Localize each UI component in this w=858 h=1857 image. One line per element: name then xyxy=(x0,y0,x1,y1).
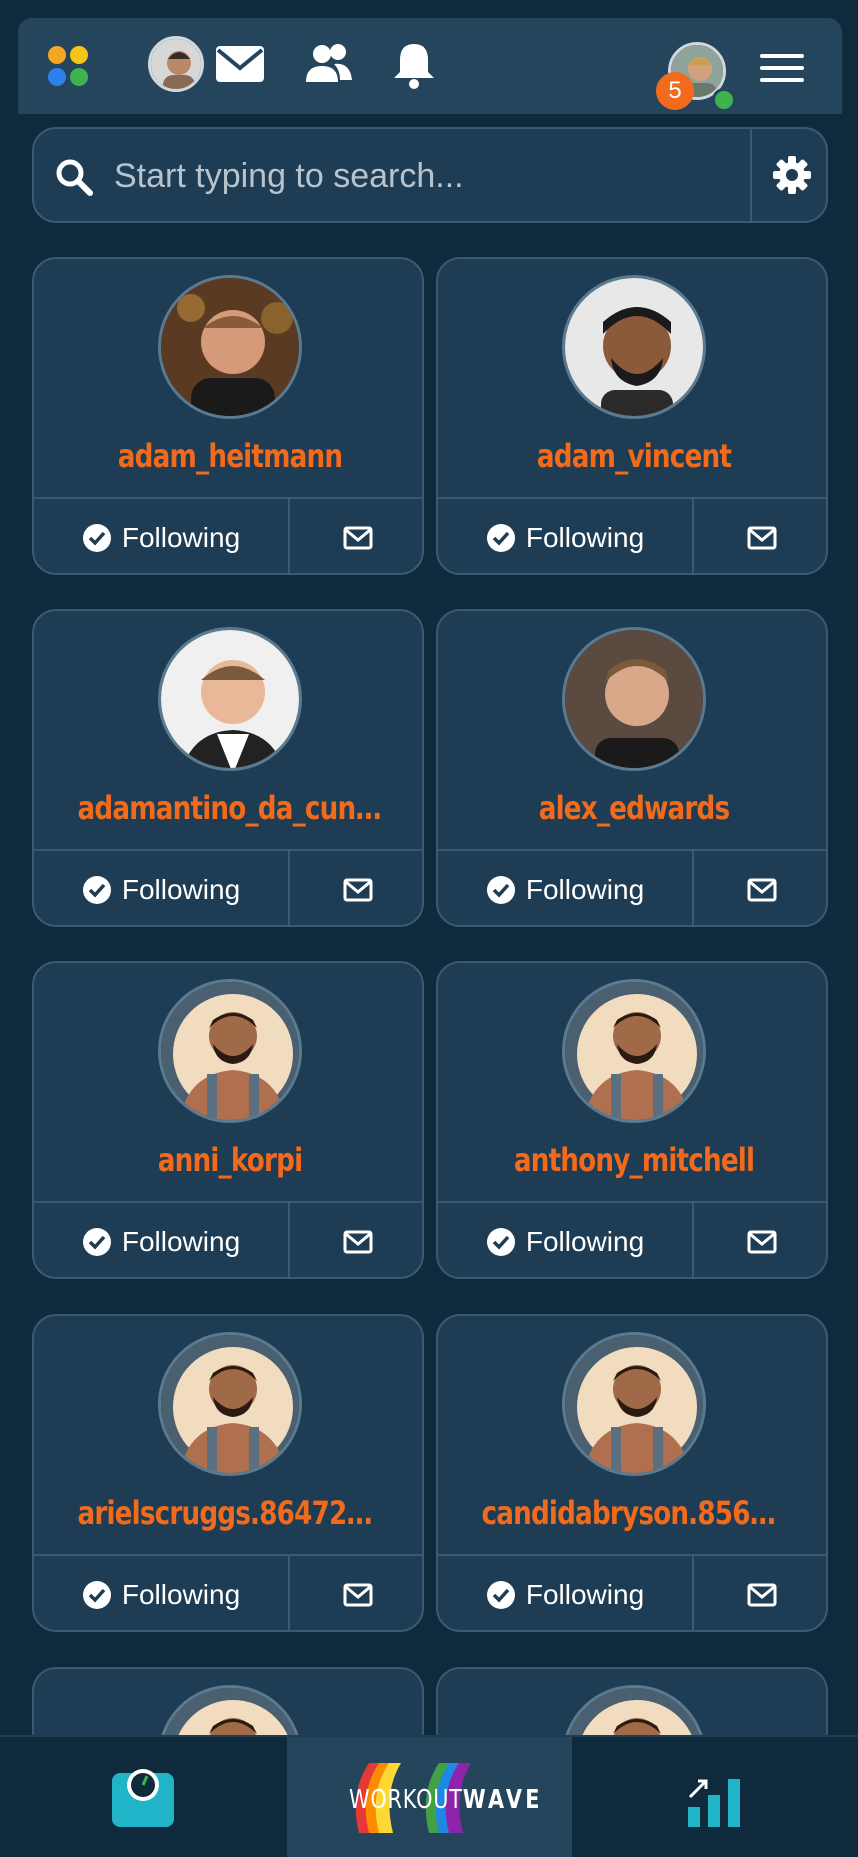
search-input[interactable] xyxy=(114,149,754,203)
bell-icon[interactable] xyxy=(390,40,442,89)
username[interactable]: anthony_mitchell xyxy=(481,1141,786,1179)
following-label: Following xyxy=(121,1226,241,1257)
message-button[interactable] xyxy=(694,499,826,573)
brand-wordmark: WORKOUTWAVE xyxy=(349,1785,543,1815)
avatar[interactable] xyxy=(158,627,302,771)
user-card: candidabryson.85618@g... Following xyxy=(436,1314,828,1632)
envelope-icon xyxy=(747,1583,777,1607)
envelope-icon xyxy=(343,526,373,550)
envelope-icon xyxy=(343,1583,373,1607)
user-card: adam_heitmann Following xyxy=(32,257,424,575)
envelope-icon xyxy=(747,878,777,902)
card-actions: Following xyxy=(438,497,826,573)
following-button[interactable]: Following xyxy=(438,1203,694,1277)
user-card: anni_korpi Following xyxy=(32,961,424,1279)
message-button[interactable] xyxy=(290,851,422,925)
avatar[interactable] xyxy=(562,979,706,1123)
following-label: Following xyxy=(121,874,241,905)
username[interactable]: arielscruggs.86472@gm... xyxy=(77,1494,382,1532)
brand-prefix: WORKOUT xyxy=(349,1785,463,1815)
bottom-nav-bar: WORKOUTWAVE xyxy=(0,1735,858,1857)
menu-icon[interactable] xyxy=(760,54,804,86)
apps-icon[interactable] xyxy=(48,46,90,88)
message-button[interactable] xyxy=(290,499,422,573)
card-actions: Following xyxy=(34,1201,422,1277)
avatar[interactable] xyxy=(158,275,302,419)
scale-tab[interactable] xyxy=(0,1737,287,1857)
envelope-icon xyxy=(343,1230,373,1254)
username[interactable]: candidabryson.85618@g... xyxy=(481,1494,786,1532)
top-nav-bar: 5 xyxy=(18,18,842,114)
user-card xyxy=(32,1667,424,1737)
username[interactable]: adam_vincent xyxy=(481,437,786,475)
scale-icon xyxy=(112,1769,174,1827)
user-card: anthony_mitchell Following xyxy=(436,961,828,1279)
user-card: arielscruggs.86472@gm... Following xyxy=(32,1314,424,1632)
following-button[interactable]: Following xyxy=(34,1556,290,1630)
check-circle-icon xyxy=(82,524,111,552)
mail-icon[interactable] xyxy=(214,40,266,88)
avatar[interactable] xyxy=(148,36,204,92)
brand-suffix: WAVE xyxy=(462,1785,543,1815)
message-button[interactable] xyxy=(694,851,826,925)
check-circle-icon xyxy=(82,876,111,904)
user-card: adamantino_da_cunha Following xyxy=(32,609,424,927)
check-circle-icon xyxy=(486,876,515,904)
following-label: Following xyxy=(525,874,645,905)
gear-icon[interactable] xyxy=(770,153,814,197)
avatar[interactable] xyxy=(158,1332,302,1476)
username[interactable]: adamantino_da_cunha xyxy=(77,789,382,827)
username[interactable]: alex_edwards xyxy=(481,789,786,827)
home-tab[interactable]: WORKOUTWAVE xyxy=(287,1737,572,1857)
username[interactable]: adam_heitmann xyxy=(77,437,382,475)
following-button[interactable]: Following xyxy=(438,499,694,573)
card-actions: Following xyxy=(34,497,422,573)
card-actions: Following xyxy=(34,1554,422,1630)
friends-icon[interactable] xyxy=(300,40,352,88)
username[interactable]: anni_korpi xyxy=(77,1141,382,1179)
envelope-icon xyxy=(747,1230,777,1254)
check-circle-icon xyxy=(82,1228,111,1256)
user-card: adam_vincent Following xyxy=(436,257,828,575)
following-label: Following xyxy=(121,522,241,553)
following-button[interactable]: Following xyxy=(34,851,290,925)
following-button[interactable]: Following xyxy=(438,1556,694,1630)
envelope-icon xyxy=(747,526,777,550)
check-circle-icon xyxy=(486,1581,515,1609)
search-bar xyxy=(32,127,828,223)
card-actions: Following xyxy=(438,1554,826,1630)
following-label: Following xyxy=(525,522,645,553)
notification-badge: 5 xyxy=(656,72,694,110)
online-status-indicator xyxy=(712,88,736,112)
avatar[interactable] xyxy=(158,979,302,1123)
following-button[interactable]: Following xyxy=(34,1203,290,1277)
following-label: Following xyxy=(525,1226,645,1257)
following-label: Following xyxy=(121,1579,241,1610)
search-icon xyxy=(54,157,94,197)
avatar[interactable] xyxy=(562,1685,706,1737)
card-actions: Following xyxy=(34,849,422,925)
following-button[interactable]: Following xyxy=(438,851,694,925)
following-label: Following xyxy=(525,1579,645,1610)
check-circle-icon xyxy=(82,1581,111,1609)
check-circle-icon xyxy=(486,524,515,552)
stats-chart-icon xyxy=(688,1779,740,1827)
avatar[interactable] xyxy=(562,275,706,419)
card-actions: Following xyxy=(438,849,826,925)
search-divider xyxy=(750,129,752,221)
message-button[interactable] xyxy=(694,1556,826,1630)
envelope-icon xyxy=(343,878,373,902)
stats-tab[interactable] xyxy=(572,1737,858,1857)
message-button[interactable] xyxy=(290,1556,422,1630)
avatar[interactable] xyxy=(562,627,706,771)
avatar[interactable] xyxy=(562,1332,706,1476)
message-button[interactable] xyxy=(290,1203,422,1277)
user-card: alex_edwards Following xyxy=(436,609,828,927)
user-card xyxy=(436,1667,828,1737)
message-button[interactable] xyxy=(694,1203,826,1277)
avatar[interactable] xyxy=(158,1685,302,1737)
check-circle-icon xyxy=(486,1228,515,1256)
following-button[interactable]: Following xyxy=(34,499,290,573)
card-actions: Following xyxy=(438,1201,826,1277)
